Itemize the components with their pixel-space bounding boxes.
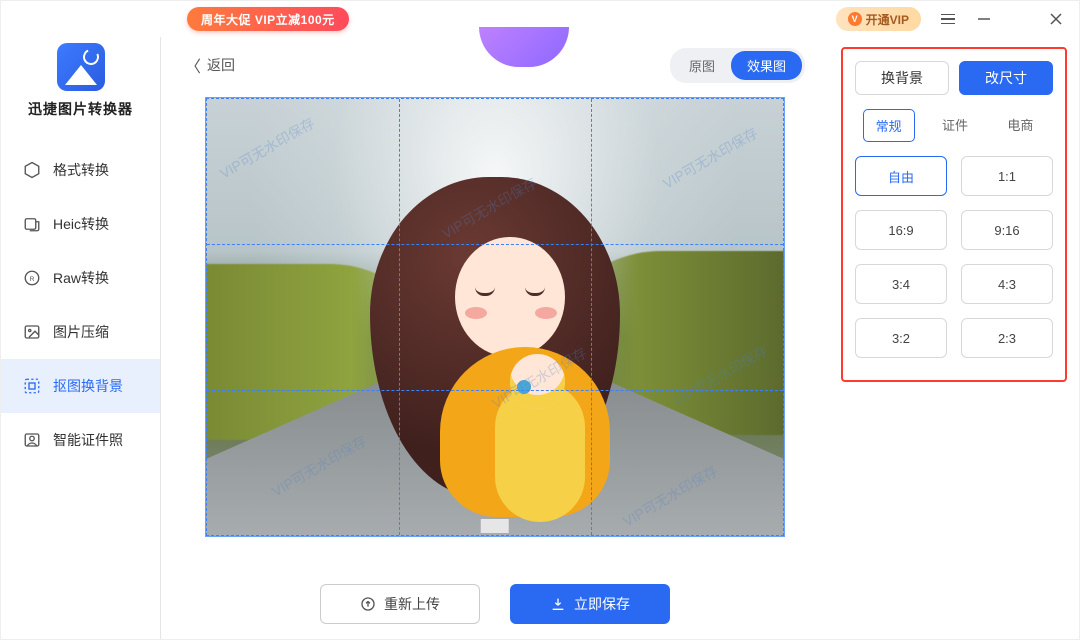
ratio-3-4[interactable]: 3:4 <box>855 264 947 304</box>
tab-id[interactable]: 证件 <box>930 109 980 142</box>
sidebar-item-label: 格式转换 <box>53 160 109 180</box>
ratio-4-3[interactable]: 4:3 <box>961 264 1053 304</box>
maximize-button[interactable] <box>1011 10 1029 28</box>
download-icon <box>550 596 566 612</box>
right-panel: 换背景 改尺寸 常规 证件 电商 自由 1:1 16:9 9:16 3:4 4:… <box>829 37 1079 639</box>
tab-ecom[interactable]: 电商 <box>995 109 1045 142</box>
image-canvas[interactable]: VIP可无水印保存 VIP可无水印保存 VIP可无水印保存 VIP可无水印保存 … <box>205 97 785 537</box>
back-button[interactable]: 〈 返回 <box>185 53 235 77</box>
main-area: 〈 返回 原图 效果图 <box>161 37 829 639</box>
cutout-icon <box>23 377 41 395</box>
reupload-label: 重新上传 <box>384 594 440 614</box>
ratio-2-3[interactable]: 2:3 <box>961 318 1053 358</box>
vip-label: 开通VIP <box>866 11 909 28</box>
hamburger-icon <box>941 14 955 25</box>
ratio-3-2[interactable]: 3:2 <box>855 318 947 358</box>
preview-toggle: 原图 效果图 <box>670 48 805 83</box>
ratio-1-1[interactable]: 1:1 <box>961 156 1053 196</box>
app-title: 迅捷图片转换器 <box>28 99 133 119</box>
back-label: 返回 <box>207 55 235 75</box>
app-logo-icon <box>57 43 105 91</box>
menu-button[interactable] <box>939 10 957 28</box>
size-category-tabs: 常规 证件 电商 <box>855 109 1053 142</box>
image-icon <box>23 323 41 341</box>
raw-icon: R <box>23 269 41 287</box>
canvas-subject-figure <box>370 177 620 497</box>
save-button[interactable]: 立即保存 <box>510 584 670 624</box>
chevron-left-icon: 〈 <box>185 53 201 77</box>
reupload-button[interactable]: 重新上传 <box>320 584 480 624</box>
sidebar-item-label: Heic转换 <box>53 214 109 234</box>
sidebar-item-raw-convert[interactable]: R Raw转换 <box>1 251 160 305</box>
sidebar-item-label: Raw转换 <box>53 268 109 288</box>
aspect-ratio-grid: 自由 1:1 16:9 9:16 3:4 4:3 3:2 2:3 <box>855 156 1053 358</box>
hexagon-icon <box>23 161 41 179</box>
sidebar-item-label: 智能证件照 <box>53 430 123 450</box>
tab-normal[interactable]: 常规 <box>863 109 915 142</box>
sidebar-item-cutout-bg[interactable]: 抠图换背景 <box>1 359 160 413</box>
svg-text:R: R <box>30 276 35 283</box>
seg-change-bg[interactable]: 换背景 <box>855 61 949 95</box>
sidebar-item-id-photo[interactable]: 智能证件照 <box>1 413 160 467</box>
ratio-free[interactable]: 自由 <box>855 156 947 196</box>
ratio-16-9[interactable]: 16:9 <box>855 210 947 250</box>
sidebar-item-label: 图片压缩 <box>53 322 109 342</box>
id-photo-icon <box>23 431 41 449</box>
promo-banner[interactable]: 周年大促 VIP立减100元 <box>187 7 349 31</box>
heic-icon <box>23 215 41 233</box>
save-label: 立即保存 <box>574 594 630 614</box>
toggle-effect[interactable]: 效果图 <box>731 51 802 80</box>
sidebar-item-label: 抠图换背景 <box>53 376 123 396</box>
minimize-icon <box>977 12 991 26</box>
minimize-button[interactable] <box>975 10 993 28</box>
close-button[interactable] <box>1047 10 1065 28</box>
close-icon <box>1049 12 1063 26</box>
mode-segment: 换背景 改尺寸 <box>855 61 1053 95</box>
upload-icon <box>360 596 376 612</box>
panel-highlight-box: 换背景 改尺寸 常规 证件 电商 自由 1:1 16:9 9:16 3:4 4:… <box>841 47 1067 382</box>
ratio-9-16[interactable]: 9:16 <box>961 210 1053 250</box>
toggle-original[interactable]: 原图 <box>673 51 731 80</box>
vip-badge-icon: V <box>848 12 862 26</box>
seg-change-size[interactable]: 改尺寸 <box>959 61 1053 95</box>
titlebar: 周年大促 VIP立减100元 V 开通VIP <box>1 1 1079 37</box>
sidebar-item-format-convert[interactable]: 格式转换 <box>1 143 160 197</box>
open-vip-button[interactable]: V 开通VIP <box>836 7 921 31</box>
sidebar-item-image-compress[interactable]: 图片压缩 <box>1 305 160 359</box>
sidebar: 迅捷图片转换器 格式转换 Heic转换 R Raw转换 图片压缩 <box>1 37 161 639</box>
sidebar-item-heic-convert[interactable]: Heic转换 <box>1 197 160 251</box>
